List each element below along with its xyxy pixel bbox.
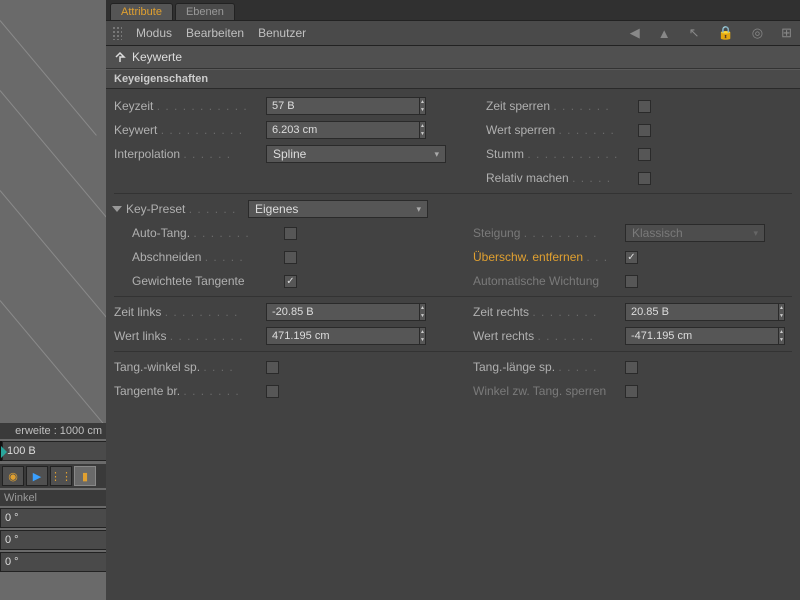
tab-layers[interactable]: Ebenen xyxy=(175,3,235,20)
pin-icon xyxy=(114,51,126,63)
label-wertsperren: Wert sperren xyxy=(486,123,555,137)
grip-icon[interactable] xyxy=(112,26,122,40)
label-keywert: Keywert xyxy=(114,123,157,137)
label-zeitlinks: Zeit links xyxy=(114,305,161,319)
tangentebr-checkbox[interactable] xyxy=(266,385,279,398)
label-tangentebr: Tangente br. xyxy=(114,384,180,398)
wertrechts-stepper[interactable]: ▲▼ xyxy=(778,327,785,345)
keypreset-dropdown[interactable]: Eigenes xyxy=(248,200,428,218)
zeitlinks-field[interactable] xyxy=(266,303,419,321)
label-interpolation: Interpolation xyxy=(114,147,180,161)
keywert-field[interactable] xyxy=(266,121,419,139)
label-ueberschw: Überschw. entfernen xyxy=(473,250,583,264)
label-stumm: Stumm xyxy=(486,147,524,161)
title-text: Keywerte xyxy=(132,50,182,64)
wertlinks-stepper[interactable]: ▲▼ xyxy=(419,327,426,345)
autowicht-checkbox[interactable] xyxy=(625,275,638,288)
keyzeit-field[interactable] xyxy=(266,97,419,115)
relativ-checkbox[interactable] xyxy=(638,172,651,185)
wertrechts-field[interactable] xyxy=(625,327,778,345)
menu-edit[interactable]: Bearbeiten xyxy=(186,26,244,40)
wertlinks-field[interactable] xyxy=(266,327,419,345)
panel-tabs: Attribute Ebenen xyxy=(106,0,800,21)
steigung-dropdown: Klassisch xyxy=(625,224,765,242)
gewichtete-checkbox[interactable] xyxy=(284,275,297,288)
label-abschneiden: Abschneiden xyxy=(132,250,201,264)
nav-up-icon[interactable]: ▲ xyxy=(656,26,673,41)
stumm-checkbox[interactable] xyxy=(638,148,651,161)
lock-icon[interactable]: 🔒 xyxy=(716,25,736,41)
label-keyzeit: Keyzeit xyxy=(114,99,153,113)
record-icon[interactable]: ◉ xyxy=(2,466,24,486)
zeitrechts-field[interactable] xyxy=(625,303,778,321)
label-keypreset: Key-Preset xyxy=(126,202,185,216)
keyframe-grid-icon[interactable]: ⋮⋮ xyxy=(50,466,72,486)
label-wertrechts: Wert rechts xyxy=(473,329,534,343)
tangwinkel-checkbox[interactable] xyxy=(266,361,279,374)
wertsperren-checkbox[interactable] xyxy=(638,124,651,137)
autotang-checkbox[interactable] xyxy=(284,227,297,240)
gear-icon[interactable]: ⊞ xyxy=(779,25,794,41)
angle-section-label: Winkel xyxy=(0,490,106,506)
section-key-properties: Keyeigenschaften xyxy=(106,69,800,89)
zeitlinks-stepper[interactable]: ▲▼ xyxy=(419,303,426,321)
label-zeitsperren: Zeit sperren xyxy=(486,99,550,113)
label-autotang: Auto-Tang. xyxy=(132,226,190,240)
panel-title: Keywerte xyxy=(106,46,800,69)
ueberschw-checkbox[interactable] xyxy=(625,251,638,264)
timeline-playhead[interactable] xyxy=(0,441,2,461)
label-zeitrechts: Zeit rechts xyxy=(473,305,529,319)
label-autowicht: Automatische Wichtung xyxy=(473,274,599,288)
label-tangwinkel: Tang.-winkel sp. xyxy=(114,360,200,374)
label-gewichtete: Gewichtete Tangente xyxy=(132,274,245,288)
viewport-status: erweite : 1000 cm xyxy=(0,423,106,439)
search-icon[interactable]: ↖ xyxy=(687,25,702,41)
tab-attribute[interactable]: Attribute xyxy=(110,3,173,20)
keywert-stepper[interactable]: ▲▼ xyxy=(419,121,426,139)
tanglaenge-checkbox[interactable] xyxy=(625,361,638,374)
nav-back-icon[interactable]: ◀ xyxy=(628,25,642,41)
viewport-area[interactable]: erweite : 1000 cm ▲▼ ◉ ▶ ⋮⋮ ▮ Winkel ▲▼ … xyxy=(0,0,106,600)
keyzeit-stepper[interactable]: ▲▼ xyxy=(419,97,426,115)
playback-icon[interactable]: ▶ xyxy=(26,466,48,486)
label-relativ: Relativ machen xyxy=(486,171,569,185)
menu-user[interactable]: Benutzer xyxy=(258,26,306,40)
interpolation-dropdown[interactable]: Spline xyxy=(266,145,446,163)
menu-mode[interactable]: Modus xyxy=(136,26,172,40)
target-icon[interactable]: ◎ xyxy=(750,25,765,41)
attribute-panel: Attribute Ebenen Modus Bearbeiten Benutz… xyxy=(106,0,800,600)
panel-menubar: Modus Bearbeiten Benutzer ◀ ▲ ↖ 🔒 ◎ ⊞ xyxy=(106,21,800,46)
label-steigung: Steigung xyxy=(473,226,520,240)
label-winkelzw: Winkel zw. Tang. sperren xyxy=(473,384,606,398)
label-wertlinks: Wert links xyxy=(114,329,166,343)
abschneiden-checkbox[interactable] xyxy=(284,251,297,264)
keypreset-disclosure-icon[interactable] xyxy=(112,206,122,212)
winkelzw-checkbox[interactable] xyxy=(625,385,638,398)
label-tanglaenge: Tang.-länge sp. xyxy=(473,360,555,374)
film-icon[interactable]: ▮ xyxy=(74,466,96,486)
zeitrechts-stepper[interactable]: ▲▼ xyxy=(778,303,785,321)
zeitsperren-checkbox[interactable] xyxy=(638,100,651,113)
